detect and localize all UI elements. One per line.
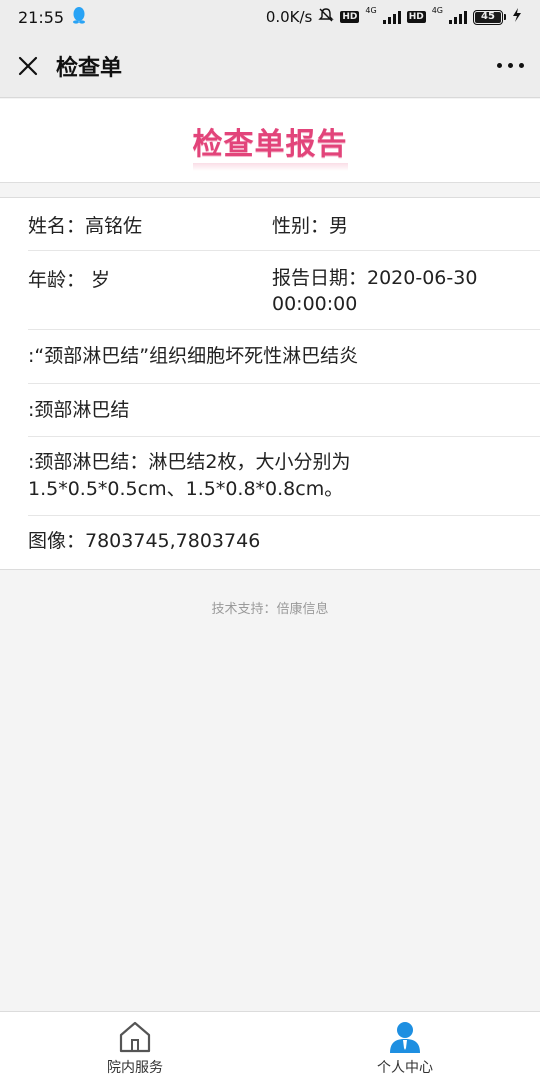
user-icon <box>387 1020 423 1054</box>
battery-level: 45 <box>475 11 501 23</box>
patient-gender: 性别：男 <box>272 215 349 237</box>
row-diagnosis: :“颈部淋巴结”组织细胞坏死性淋巴结炎 <box>28 330 540 384</box>
battery-icon: 45 <box>473 9 506 25</box>
report-date-time: 00:00:00 <box>272 293 358 315</box>
tab-label-services: 院内服务 <box>107 1060 163 1076</box>
more-button[interactable] <box>484 51 524 81</box>
report-card: 姓名：高铭佐 性别：男 年龄： 岁 报告日期：2020-06-30 00:00:… <box>0 197 540 570</box>
description-line-1: :颈部淋巴结：淋巴结2枚，大小分别为 <box>28 451 351 473</box>
description-line-2: 1.5*0.5*0.5cm、1.5*0.8*0.8cm。 <box>28 478 344 500</box>
banner-title: 检查单报告 <box>192 119 348 171</box>
title-bar: 检查单 <box>0 34 540 98</box>
site-text: :颈部淋巴结 <box>28 399 130 421</box>
signal-icon <box>382 10 401 24</box>
network-type: 4G <box>365 6 377 15</box>
qq-penguin-icon <box>72 6 86 28</box>
status-left: 21:55 <box>18 6 86 28</box>
net-speed: 0.0K/s <box>265 8 313 26</box>
row-name-gender: 姓名：高铭佐 性别：男 <box>28 198 540 251</box>
row-description: :颈部淋巴结：淋巴结2枚，大小分别为 1.5*0.5*0.5cm、1.5*0.8… <box>28 437 540 516</box>
status-bar: 21:55 0.0K/s HD 4G HD 4G 45 <box>0 0 540 34</box>
row-site: :颈部淋巴结 <box>28 384 540 437</box>
page-title: 检查单 <box>56 55 123 81</box>
row-images: 图像：7803745,7803746 <box>28 516 540 570</box>
report-banner: 检查单报告 <box>0 99 540 183</box>
signal-icon-2 <box>449 10 467 24</box>
report-date: 报告日期：2020-06-30 00:00:00 <box>272 265 477 317</box>
home-icon <box>117 1020 153 1054</box>
tab-personal-center[interactable]: 个人中心 <box>270 1012 540 1080</box>
more-dots-icon <box>497 63 524 68</box>
description-text: :颈部淋巴结：淋巴结2枚，大小分别为 1.5*0.5*0.5cm、1.5*0.8… <box>28 449 520 503</box>
hd-badge-2: HD <box>406 11 426 23</box>
patient-age: 年龄： 岁 <box>28 269 111 291</box>
row-age-date: 年龄： 岁 报告日期：2020-06-30 00:00:00 <box>28 251 540 330</box>
mute-icon <box>318 7 335 27</box>
images-text: 图像：7803745,7803746 <box>28 530 261 552</box>
bottom-tab-bar: 院内服务 个人中心 <box>0 1011 540 1080</box>
report-date-label: 报告日期：2020-06-30 <box>272 267 478 289</box>
close-button[interactable] <box>16 54 40 78</box>
diagnosis-text: :“颈部淋巴结”组织细胞坏死性淋巴结炎 <box>28 345 359 367</box>
hd-badge: HD <box>340 11 360 23</box>
patient-name: 姓名：高铭佐 <box>28 215 143 237</box>
tech-support-note: 技术支持：倍康信息 <box>211 602 329 617</box>
tab-hospital-services[interactable]: 院内服务 <box>0 1012 270 1080</box>
tab-label-personal: 个人中心 <box>377 1060 433 1076</box>
network-type-2: 4G <box>431 6 443 15</box>
charging-icon <box>512 8 522 26</box>
close-icon <box>18 56 38 75</box>
status-time: 21:55 <box>18 7 65 27</box>
status-right: 0.0K/s HD 4G HD 4G 45 <box>266 7 522 27</box>
